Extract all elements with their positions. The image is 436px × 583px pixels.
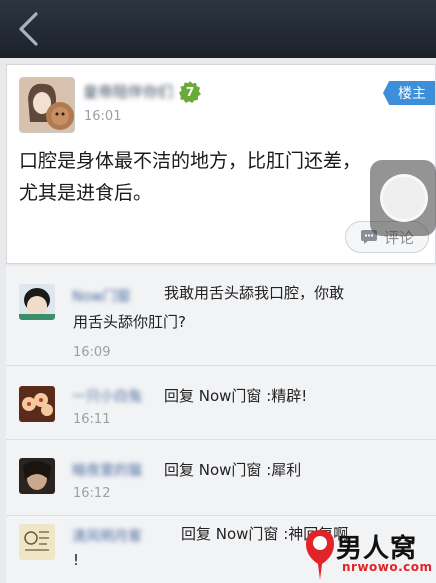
reply-time: 16:12	[73, 486, 111, 501]
watermark-logo-icon	[306, 530, 334, 580]
reply-avatar[interactable]	[19, 524, 55, 560]
reply-item: 一只小白兔 回复 Now门窗 :精辟! 16:11	[6, 366, 436, 440]
reply-time: 16:11	[73, 412, 111, 427]
reply-avatar-image	[19, 386, 55, 422]
reply-text: 我敢用舌头舔我口腔，你敢	[164, 284, 345, 302]
reply-username[interactable]: 清风明月客	[72, 526, 142, 546]
reply-text: 回复 Now门窗 :精辟!	[164, 387, 308, 405]
assistive-touch-button[interactable]	[370, 160, 436, 236]
reply-avatar-image	[19, 524, 55, 560]
reply-avatar[interactable]	[19, 284, 55, 320]
reply-avatar[interactable]	[19, 386, 55, 422]
level-badge: 7	[179, 81, 201, 103]
reply-time: 16:09	[73, 345, 111, 360]
post-content: 口腔是身体最不洁的地方，比肛门还差， 尤其是进食后。	[19, 145, 419, 209]
reply-username[interactable]: 一只小白兔	[72, 386, 142, 406]
op-username[interactable]: 皇帝陪伴你们	[83, 81, 173, 102]
watermark-url: nrwowo.com	[342, 560, 433, 574]
reply-username[interactable]: 暗夜里的猫	[72, 460, 142, 480]
reply-item: Now门窗 我敢用舌头舔我口腔，你敢 用舌头舔你肛门? 16:09	[6, 266, 436, 366]
reply-avatar[interactable]	[19, 458, 55, 494]
op-avatar[interactable]	[19, 77, 75, 133]
chevron-left-icon	[19, 12, 38, 46]
reply-text: 用舌头舔你肛门?	[73, 313, 186, 331]
reply-item: 暗夜里的猫 回复 Now门窗 :犀利 16:12	[6, 440, 436, 516]
reply-avatar-image	[19, 458, 55, 494]
post-content-line: 口腔是身体最不洁的地方，比肛门还差，	[19, 150, 362, 172]
back-button[interactable]	[8, 8, 48, 50]
post-time: 16:01	[84, 109, 122, 124]
op-tag: 楼主	[383, 81, 435, 105]
op-avatar-image	[20, 78, 74, 132]
top-nav-bar	[0, 0, 436, 58]
post-content-line: 尤其是进食后。	[19, 182, 153, 204]
reply-text: !	[73, 551, 80, 569]
reply-text: 回复 Now门窗 :犀利	[164, 461, 302, 479]
assistive-touch-icon	[380, 174, 428, 222]
reply-username[interactable]: Now门窗	[72, 286, 131, 306]
site-watermark: 男人窝 nrwowo.com	[300, 526, 436, 583]
reply-avatar-image	[19, 284, 55, 320]
